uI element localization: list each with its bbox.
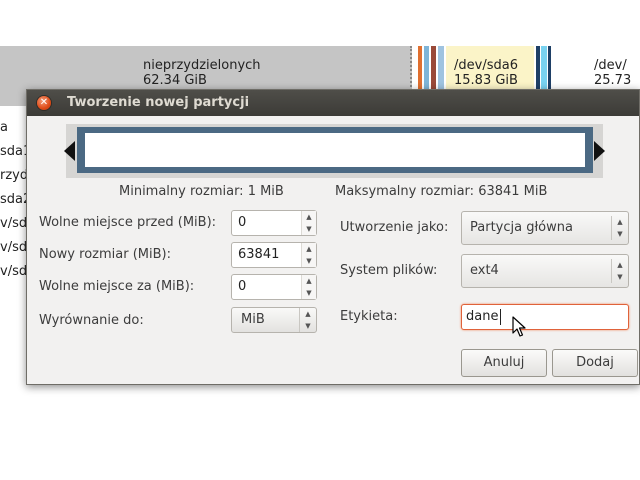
free-after-label: Wolne miejsce za (MiB): bbox=[39, 279, 195, 294]
partition-size-bar-fill bbox=[85, 133, 585, 167]
partition-sda6-device: /dev/sda6 bbox=[454, 58, 518, 73]
mouse-pointer-icon bbox=[512, 316, 526, 337]
align-label: Wyrównanie do: bbox=[39, 313, 144, 328]
new-size-spinbutton[interactable]: 63841 ▲ ▼ bbox=[231, 242, 317, 268]
spin-arrows-icon[interactable]: ▲ ▼ bbox=[301, 243, 316, 267]
create-as-label: Utworzenie jako: bbox=[340, 220, 449, 235]
align-value: MiB bbox=[241, 312, 265, 327]
partition-label-value: dane bbox=[466, 309, 499, 324]
resize-left-handle-icon[interactable] bbox=[64, 141, 75, 161]
cancel-button[interactable]: Anuluj bbox=[461, 349, 547, 377]
spin-arrows-icon[interactable]: ▲ ▼ bbox=[301, 211, 316, 235]
unallocated-label: nieprzydzielonych 62.34 GiB bbox=[143, 58, 261, 88]
free-before-spinbutton[interactable]: 0 ▲ ▼ bbox=[231, 210, 317, 236]
partition-next-device: /dev/ bbox=[594, 58, 627, 73]
partition-sda6-label: /dev/sda6 15.83 GiB bbox=[454, 58, 518, 88]
free-before-label: Wolne miejsce przed (MiB): bbox=[39, 215, 217, 230]
text-caret bbox=[500, 309, 501, 325]
min-size-text: Minimalny rozmiar: 1 MiB bbox=[119, 184, 284, 199]
close-icon: ✕ bbox=[39, 97, 49, 108]
spin-arrows-icon[interactable]: ▲ ▼ bbox=[301, 275, 316, 299]
combo-arrows-icon: ▲ ▼ bbox=[611, 216, 628, 240]
partition-size-graphic bbox=[64, 124, 605, 178]
new-size-label: Nowy rozmiar (MiB): bbox=[39, 247, 171, 262]
filesystem-value: ext4 bbox=[470, 263, 499, 278]
create-as-combobox[interactable]: Partycja główna ▲ ▼ bbox=[461, 211, 629, 245]
partition-sda6-size: 15.83 GiB bbox=[454, 73, 518, 88]
dialog-title: Tworzenie nowej partycji bbox=[67, 95, 250, 110]
align-combobox[interactable]: MiB ▲ ▼ bbox=[231, 307, 317, 333]
partition-label-input[interactable]: dane bbox=[461, 304, 629, 330]
unallocated-size: 62.34 GiB bbox=[143, 73, 207, 88]
max-size-text: Maksymalny rozmiar: 63841 MiB bbox=[335, 184, 548, 199]
free-before-value: 0 bbox=[238, 215, 247, 230]
combo-arrows-icon: ▲ ▼ bbox=[611, 259, 628, 283]
resize-right-handle-icon[interactable] bbox=[594, 141, 605, 161]
close-button[interactable]: ✕ bbox=[37, 96, 51, 110]
unallocated-title: nieprzydzielonych bbox=[143, 58, 261, 73]
create-as-value: Partycja główna bbox=[470, 220, 573, 235]
combo-arrows-icon: ▲ ▼ bbox=[299, 308, 316, 332]
create-partition-dialog: ✕ Tworzenie nowej partycji Minimalny roz… bbox=[26, 89, 640, 385]
filesystem-combobox[interactable]: ext4 ▲ ▼ bbox=[461, 254, 629, 288]
add-button[interactable]: Dodaj bbox=[552, 349, 638, 377]
dialog-titlebar[interactable]: ✕ Tworzenie nowej partycji bbox=[27, 90, 639, 116]
filesystem-label: System plików: bbox=[340, 263, 438, 278]
partition-size-bar[interactable] bbox=[77, 127, 593, 173]
free-after-spinbutton[interactable]: 0 ▲ ▼ bbox=[231, 274, 317, 300]
new-size-value: 63841 bbox=[238, 247, 280, 262]
partition-label-label: Etykieta: bbox=[340, 309, 398, 324]
free-after-value: 0 bbox=[238, 279, 247, 294]
